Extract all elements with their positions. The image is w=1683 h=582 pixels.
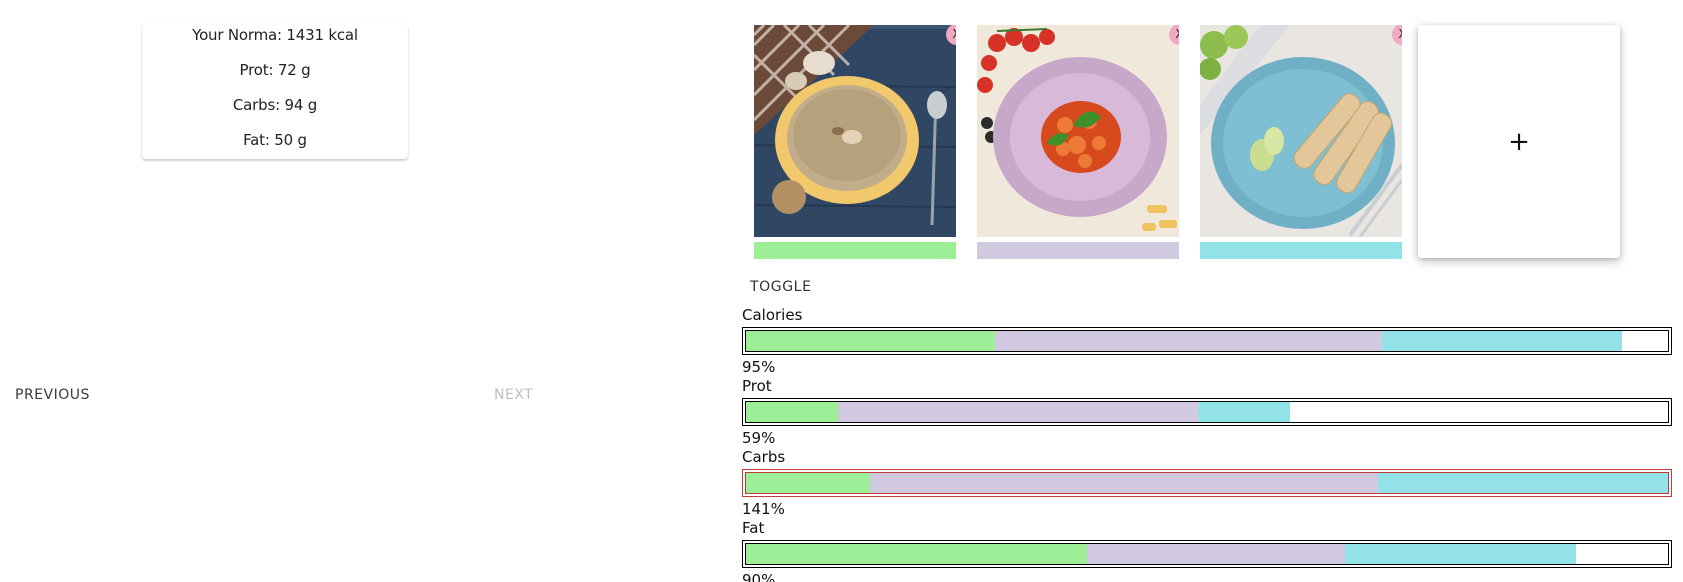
metric-label: Carbs	[742, 448, 786, 466]
food-photo-pasta: X	[977, 25, 1179, 237]
metric-label: Calories	[742, 306, 803, 324]
metric-progress-bar	[742, 398, 1672, 426]
metric-percent: 90%	[742, 571, 776, 582]
add-food-button[interactable]: +	[1418, 25, 1620, 258]
food-card: X	[1200, 25, 1402, 259]
metric-segment	[746, 402, 839, 422]
food-card: X	[754, 25, 956, 259]
metric-segment	[1345, 544, 1576, 564]
metric-percent: 95%	[742, 358, 776, 376]
norma-card: Your Norma: 1431 kcal Prot: 72 g Carbs: …	[142, 24, 408, 159]
metric-segment	[1197, 402, 1290, 422]
metric-progress-bar	[742, 540, 1672, 568]
metric-label: Prot	[742, 377, 772, 395]
metric-segment	[1382, 331, 1622, 351]
metric-segment	[869, 473, 1379, 493]
metric-segment	[1087, 544, 1346, 564]
previous-button[interactable]: PREVIOUS	[15, 387, 90, 403]
metric-segment	[746, 473, 870, 493]
norma-fat: Fat: 50 g	[243, 131, 307, 149]
food-photo-spring-rolls: X	[1200, 25, 1402, 237]
food-card: X	[977, 25, 1179, 259]
norma-kcal: Your Norma: 1431 kcal	[192, 26, 358, 44]
metric-label: Fat	[742, 519, 765, 537]
metric-progress-bar	[742, 469, 1672, 497]
norma-carbs: Carbs: 94 g	[232, 96, 318, 114]
food-color-bar	[977, 242, 1179, 259]
metric-segment	[838, 402, 1198, 422]
metric-segment	[1378, 473, 1668, 493]
metric-segment	[746, 544, 1088, 564]
metric-segment	[746, 331, 995, 351]
plus-icon: +	[1508, 126, 1530, 157]
norma-prot: Prot: 72 g	[239, 61, 311, 79]
metric-segment	[994, 331, 1383, 351]
metric-percent: 59%	[742, 429, 776, 447]
metric-progress-bar	[742, 327, 1672, 355]
next-button[interactable]: NEXT	[494, 387, 533, 403]
food-photo-soup: X	[754, 25, 956, 237]
food-color-bar	[754, 242, 956, 259]
metric-percent: 141%	[742, 500, 785, 518]
food-color-bar	[1200, 242, 1402, 259]
toggle-button[interactable]: TOGGLE	[750, 279, 812, 295]
